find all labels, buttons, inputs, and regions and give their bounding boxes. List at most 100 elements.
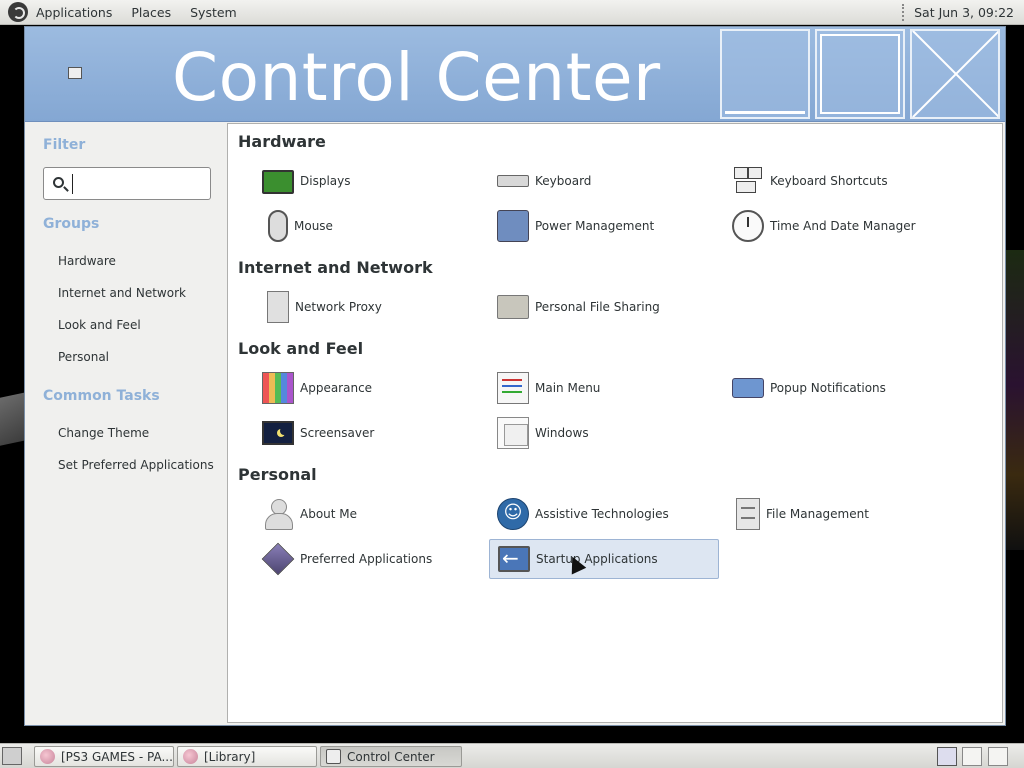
desktop-wallpaper-strip: [0, 392, 26, 446]
search-icon: [53, 177, 64, 188]
game-icon: [40, 749, 55, 764]
top-panel: Applications Places System Sat Jun 3, 09…: [0, 0, 1024, 25]
item-assistive-technologies[interactable]: Assistive Technologies: [489, 494, 719, 534]
item-personal-file-sharing[interactable]: Personal File Sharing: [489, 287, 719, 327]
panel-separator: [902, 3, 905, 21]
clock-icon: [732, 210, 764, 242]
game-icon: [183, 749, 198, 764]
filter-heading: Filter: [43, 137, 86, 153]
preferred-apps-icon: [261, 542, 295, 576]
control-center-window: Control Center Filter Groups Hardware In…: [24, 26, 1006, 726]
item-about-me[interactable]: About Me: [254, 494, 484, 534]
item-label: Startup Applications: [536, 552, 658, 566]
section-title-look-and-feel: Look and Feel: [238, 339, 364, 358]
section-title-internet-network: Internet and Network: [238, 258, 433, 277]
accessibility-icon: [497, 498, 529, 530]
section-title-personal: Personal: [238, 465, 317, 484]
key-glyph: [748, 167, 762, 179]
item-screensaver[interactable]: Screensaver: [254, 413, 484, 453]
item-main-menu[interactable]: Main Menu: [489, 368, 719, 408]
item-label: Mouse: [294, 219, 333, 233]
taskbar-button-ps3-games[interactable]: [PS3 GAMES - PA...: [34, 746, 174, 767]
taskbar-button-control-center[interactable]: Control Center: [320, 746, 462, 767]
key-glyph: [736, 181, 756, 193]
taskbar-label: [PS3 GAMES - PA...: [61, 749, 173, 764]
sidebar-item-personal[interactable]: Personal: [58, 350, 109, 364]
power-icon: [497, 210, 529, 242]
item-label: Personal File Sharing: [535, 300, 660, 314]
main-content: Hardware Displays Keyboard Keyboard Shor…: [227, 123, 1003, 723]
sidebar-item-look-and-feel[interactable]: Look and Feel: [58, 318, 141, 332]
workspace-2[interactable]: [988, 747, 1008, 766]
item-file-management[interactable]: File Management: [724, 494, 954, 534]
show-desktop-button[interactable]: [2, 747, 22, 765]
item-label: Appearance: [300, 381, 373, 395]
menu-places[interactable]: Places: [131, 5, 171, 20]
item-network-proxy[interactable]: Network Proxy: [254, 287, 484, 327]
sidebar-item-internet-network[interactable]: Internet and Network: [58, 286, 186, 300]
common-tasks-heading: Common Tasks: [43, 388, 160, 404]
item-label: Popup Notifications: [770, 381, 886, 395]
file-sharing-icon: [497, 295, 529, 319]
item-label: About Me: [300, 507, 358, 521]
distro-logo-icon[interactable]: [8, 2, 28, 22]
taskbar-label: [Library]: [204, 749, 256, 764]
keyboard-icon: [497, 175, 529, 187]
item-popup-notifications[interactable]: Popup Notifications: [724, 368, 954, 408]
window-icon[interactable]: [68, 67, 82, 79]
item-mouse[interactable]: Mouse: [254, 206, 484, 246]
clock[interactable]: Sat Jun 3, 09:22: [914, 5, 1014, 20]
window-titlebar[interactable]: Control Center: [25, 27, 1005, 122]
network-proxy-icon: [267, 291, 289, 323]
taskbar-label: Control Center: [347, 749, 435, 764]
minimize-button[interactable]: [720, 29, 810, 119]
taskbar-button-library[interactable]: [Library]: [177, 746, 317, 767]
appearance-icon: [262, 372, 294, 404]
item-startup-applications[interactable]: Startup Applications: [489, 539, 719, 579]
sidebar-item-hardware[interactable]: Hardware: [58, 254, 116, 268]
menu-applications[interactable]: Applications: [36, 5, 112, 20]
control-center-icon: [326, 749, 341, 764]
menu-system[interactable]: System: [190, 5, 237, 20]
task-set-preferred-apps[interactable]: Set Preferred Applications: [58, 458, 214, 472]
file-management-icon: [736, 498, 760, 530]
keyboard-shortcuts-icon: [732, 165, 764, 197]
maximize-button[interactable]: [815, 29, 905, 119]
item-label: Main Menu: [535, 381, 601, 395]
workspace-1[interactable]: [962, 747, 982, 766]
item-displays[interactable]: Displays: [254, 161, 484, 201]
startup-apps-icon: [498, 546, 530, 572]
close-button[interactable]: [910, 29, 1000, 119]
tray-control-center-icon[interactable]: [937, 747, 957, 766]
item-label: Keyboard Shortcuts: [770, 174, 888, 188]
item-label: Keyboard: [535, 174, 592, 188]
item-label: Time And Date Manager: [770, 219, 916, 233]
mouse-icon: [268, 210, 288, 242]
main-menu-icon: [497, 372, 529, 404]
item-label: Preferred Applications: [300, 552, 433, 566]
item-label: Windows: [535, 426, 589, 440]
item-label: File Management: [766, 507, 869, 521]
item-keyboard-shortcuts[interactable]: Keyboard Shortcuts: [724, 161, 954, 201]
key-glyph: [734, 167, 748, 179]
item-keyboard[interactable]: Keyboard: [489, 161, 719, 201]
about-me-icon: [262, 498, 294, 530]
search-input[interactable]: [72, 174, 202, 194]
windows-icon: [497, 417, 529, 449]
section-title-hardware: Hardware: [238, 132, 326, 151]
bottom-panel: [PS3 GAMES - PA... [Library] Control Cen…: [0, 743, 1024, 768]
item-label: Screensaver: [300, 426, 375, 440]
item-label: Displays: [300, 174, 351, 188]
desktop-wallpaper-edge: [1004, 250, 1024, 550]
item-preferred-applications[interactable]: Preferred Applications: [254, 539, 484, 579]
item-label: Network Proxy: [295, 300, 382, 314]
task-change-theme[interactable]: Change Theme: [58, 426, 149, 440]
item-appearance[interactable]: Appearance: [254, 368, 484, 408]
item-time-date-manager[interactable]: Time And Date Manager: [724, 206, 954, 246]
screensaver-icon: [262, 421, 294, 445]
item-power-management[interactable]: Power Management: [489, 206, 719, 246]
item-windows[interactable]: Windows: [489, 413, 719, 453]
item-label: Assistive Technologies: [535, 507, 669, 521]
window-title: Control Center: [172, 39, 661, 116]
search-box[interactable]: [43, 167, 211, 200]
